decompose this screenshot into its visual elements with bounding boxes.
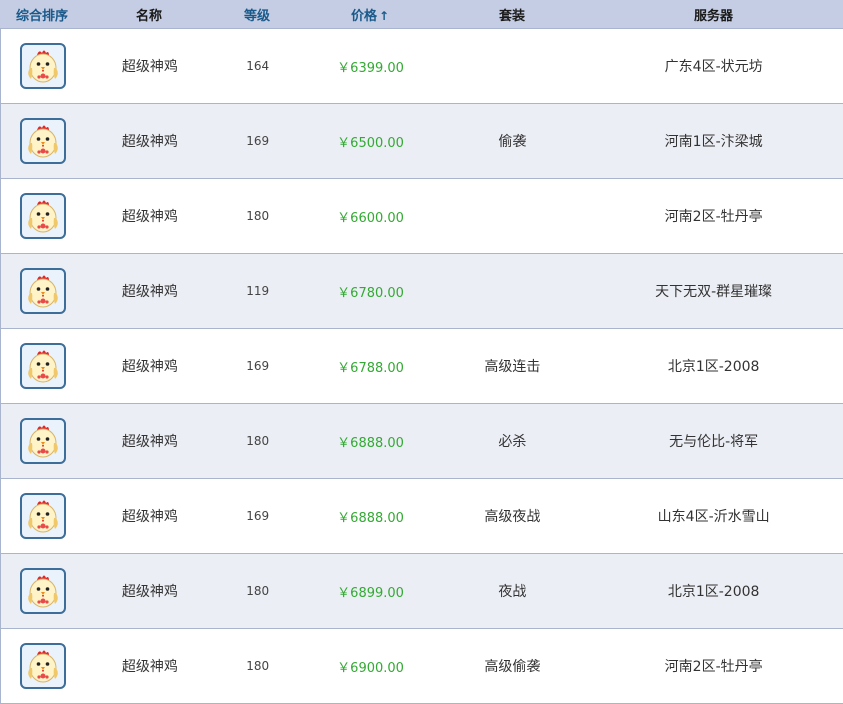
- sort-ascending-icon: ↑: [378, 8, 390, 23]
- item-server: 山东4区-沂水雪山: [657, 509, 770, 525]
- item-price: ￥6899.00: [337, 585, 404, 601]
- item-level: 169: [246, 134, 270, 148]
- table-row[interactable]: 超级神鸡 180 ￥6899.00 夜战 北京1区-2008: [0, 554, 843, 629]
- item-name[interactable]: 超级神鸡: [85, 206, 215, 226]
- item-level: 180: [246, 434, 270, 448]
- item-name[interactable]: 超级神鸡: [85, 131, 215, 151]
- pet-icon-cell: [1, 568, 85, 614]
- item-name[interactable]: 超级神鸡: [85, 506, 215, 526]
- item-server: 北京1区-2008: [667, 584, 760, 600]
- item-name[interactable]: 超级神鸡: [85, 656, 215, 676]
- item-price: ￥6500.00: [337, 135, 404, 151]
- item-server: 河南1区-汴梁城: [664, 134, 763, 150]
- pet-icon-cell: [1, 268, 85, 314]
- item-suit: 必杀: [498, 434, 527, 450]
- item-server: 河南2区-牡丹亭: [664, 659, 763, 675]
- table-row[interactable]: 超级神鸡 180 ￥6888.00 必杀 无与伦比-将军: [0, 404, 843, 479]
- item-name[interactable]: 超级神鸡: [85, 281, 215, 301]
- table-header: 综合排序 名称 等级 价格 ↑ 套装 服务器: [0, 0, 843, 29]
- item-name[interactable]: 超级神鸡: [85, 581, 215, 601]
- item-price: ￥6780.00: [337, 285, 404, 301]
- server-column-header[interactable]: 服务器: [584, 5, 843, 24]
- chicken-pet-icon[interactable]: [19, 568, 66, 614]
- item-level: 180: [246, 659, 270, 673]
- chicken-pet-icon[interactable]: [19, 643, 66, 689]
- item-name[interactable]: 超级神鸡: [85, 356, 215, 376]
- chicken-pet-icon[interactable]: [19, 418, 66, 464]
- item-server: 河南2区-牡丹亭: [664, 209, 763, 225]
- item-name[interactable]: 超级神鸡: [85, 431, 215, 451]
- sort-by-overall-header[interactable]: 综合排序: [0, 5, 84, 24]
- pet-icon-cell: [1, 493, 85, 539]
- item-price: ￥6788.00: [337, 360, 404, 376]
- chicken-pet-icon[interactable]: [19, 193, 66, 239]
- name-column-header[interactable]: 名称: [84, 5, 214, 24]
- item-level: 169: [246, 359, 270, 373]
- table-row[interactable]: 超级神鸡 169 ￥6500.00 偷袭 河南1区-汴梁城: [0, 104, 843, 179]
- suit-column-header[interactable]: 套装: [440, 5, 584, 24]
- pet-icon-cell: [1, 193, 85, 239]
- item-server: 无与伦比-将军: [669, 434, 759, 450]
- item-server: 天下无双-群星璀璨: [655, 284, 773, 300]
- chicken-pet-icon[interactable]: [19, 118, 66, 164]
- item-price: ￥6888.00: [337, 435, 404, 451]
- table-row[interactable]: 超级神鸡 169 ￥6788.00 高级连击 北京1区-2008: [0, 329, 843, 404]
- item-level: 169: [246, 509, 270, 523]
- price-header-label: 价格: [350, 8, 377, 24]
- item-price: ￥6888.00: [337, 510, 404, 526]
- chicken-pet-icon[interactable]: [19, 493, 66, 539]
- pet-icon-cell: [1, 643, 85, 689]
- item-level: 180: [246, 209, 270, 223]
- item-suit: 高级夜战: [484, 509, 541, 525]
- pet-icon-cell: [1, 118, 85, 164]
- item-price: ￥6600.00: [337, 210, 404, 226]
- table-row[interactable]: 超级神鸡 180 ￥6600.00 河南2区-牡丹亭: [0, 179, 843, 254]
- item-level: 180: [246, 584, 270, 598]
- item-name[interactable]: 超级神鸡: [85, 56, 215, 76]
- level-column-header[interactable]: 等级: [214, 5, 300, 24]
- chicken-pet-icon[interactable]: [19, 343, 66, 389]
- table-row[interactable]: 超级神鸡 169 ￥6888.00 高级夜战 山东4区-沂水雪山: [0, 479, 843, 554]
- table-row[interactable]: 超级神鸡 119 ￥6780.00 天下无双-群星璀璨: [0, 254, 843, 329]
- table-row[interactable]: 超级神鸡 180 ￥6900.00 高级偷袭 河南2区-牡丹亭: [0, 629, 843, 704]
- pet-icon-cell: [1, 418, 85, 464]
- item-level: 119: [246, 284, 270, 298]
- pet-icon-cell: [1, 343, 85, 389]
- item-suit: 高级连击: [484, 359, 541, 375]
- item-price: ￥6399.00: [337, 60, 404, 76]
- pet-icon-cell: [1, 43, 85, 89]
- table-body: 超级神鸡 164 ￥6399.00 广东4区-状元坊 超级神鸡 169 ￥650…: [0, 29, 843, 704]
- item-server: 北京1区-2008: [667, 359, 760, 375]
- item-level: 164: [246, 59, 270, 73]
- listing-table: 综合排序 名称 等级 价格 ↑ 套装 服务器 超级神鸡 164 ￥6399.00…: [0, 0, 843, 704]
- item-suit: 夜战: [498, 584, 527, 600]
- chicken-pet-icon[interactable]: [19, 43, 66, 89]
- price-column-header[interactable]: 价格 ↑: [300, 5, 440, 24]
- item-server: 广东4区-状元坊: [664, 59, 763, 75]
- item-suit: 高级偷袭: [484, 659, 541, 675]
- chicken-pet-icon[interactable]: [19, 268, 66, 314]
- item-suit: 偷袭: [498, 134, 527, 150]
- table-row[interactable]: 超级神鸡 164 ￥6399.00 广东4区-状元坊: [0, 29, 843, 104]
- item-price: ￥6900.00: [337, 660, 404, 676]
